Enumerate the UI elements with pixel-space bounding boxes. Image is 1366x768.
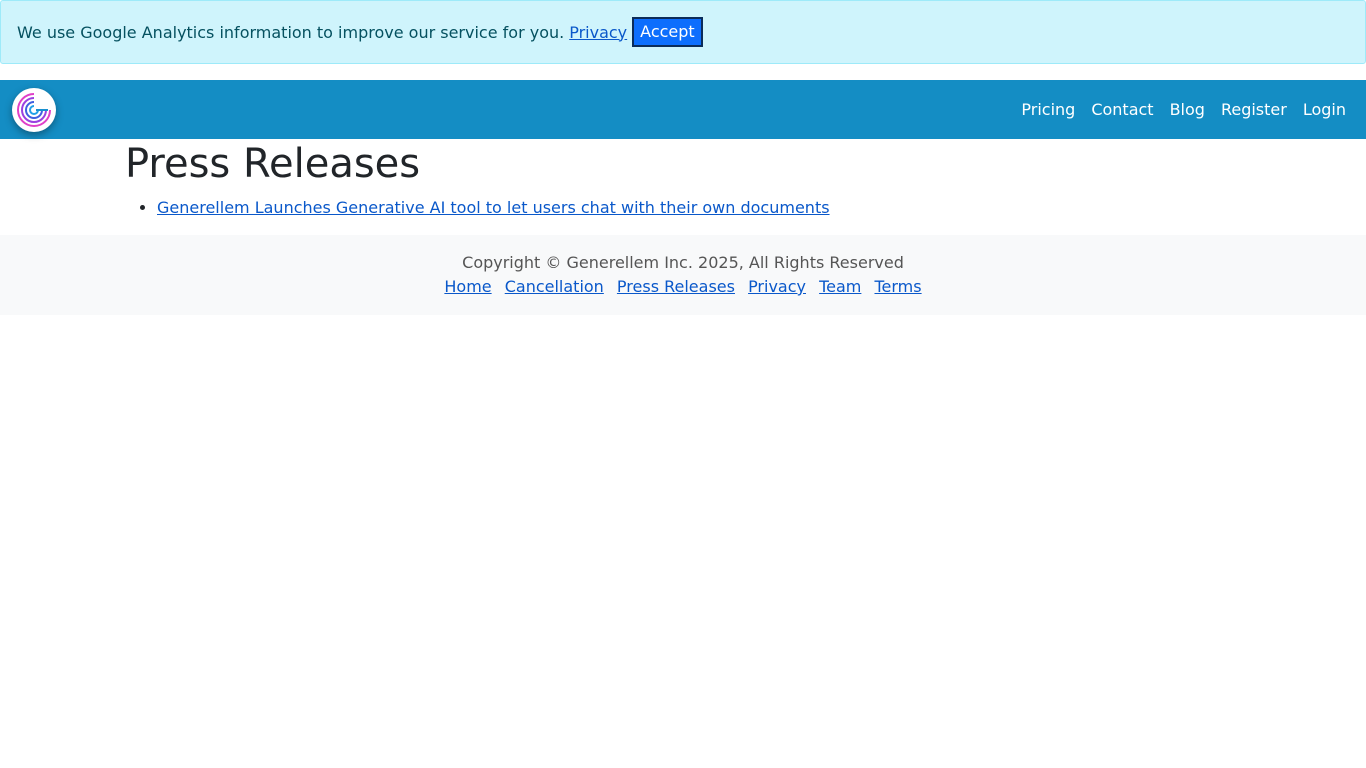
page-title: Press Releases xyxy=(125,141,421,187)
footer-link-terms[interactable]: Terms xyxy=(874,277,921,296)
nav-link-blog[interactable]: Blog xyxy=(1170,100,1205,119)
list-item: Generellem Launches Generative AI tool t… xyxy=(157,196,1241,220)
nav-link-register[interactable]: Register xyxy=(1221,100,1287,119)
cookie-accept-button[interactable]: Accept xyxy=(632,17,703,47)
footer-links: Home Cancellation Press Releases Privacy… xyxy=(0,275,1366,299)
generellem-logo-icon[interactable] xyxy=(12,88,56,132)
footer-copyright: Copyright © Generellem Inc. 2025, All Ri… xyxy=(462,253,904,272)
footer-link-press-releases[interactable]: Press Releases xyxy=(617,277,735,296)
footer-link-privacy[interactable]: Privacy xyxy=(748,277,806,296)
press-release-link[interactable]: Generellem Launches Generative AI tool t… xyxy=(157,198,830,217)
cookie-consent-banner: We use Google Analytics information to i… xyxy=(0,0,1366,64)
nav-link-pricing[interactable]: Pricing xyxy=(1021,100,1075,119)
page-footer: Copyright © Generellem Inc. 2025, All Ri… xyxy=(0,235,1366,315)
press-release-list: Generellem Launches Generative AI tool t… xyxy=(125,196,1241,220)
nav-link-contact[interactable]: Contact xyxy=(1091,100,1153,119)
cookie-privacy-link[interactable]: Privacy xyxy=(569,23,627,42)
footer-link-team[interactable]: Team xyxy=(819,277,861,296)
nav-links: Pricing Contact Blog Register Login xyxy=(1005,80,1346,139)
cookie-message: We use Google Analytics information to i… xyxy=(17,22,565,42)
nav-link-login[interactable]: Login xyxy=(1303,100,1346,119)
logo-swirl-icon xyxy=(17,93,51,127)
top-navbar: Pricing Contact Blog Register Login xyxy=(0,80,1366,139)
footer-link-cancellation[interactable]: Cancellation xyxy=(505,277,604,296)
main-content: Press Releases Generellem Launches Gener… xyxy=(125,140,1241,220)
footer-link-home[interactable]: Home xyxy=(444,277,491,296)
